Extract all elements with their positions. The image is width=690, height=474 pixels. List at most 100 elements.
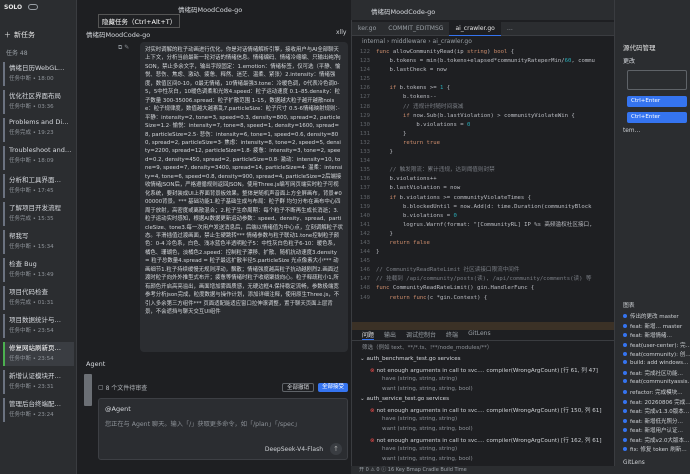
- problem-row[interactable]: want (string, string, string, bool): [382, 426, 473, 432]
- message-actions[interactable]: ⧉ ✎: [118, 44, 129, 52]
- task-item[interactable]: 优化社区界面布局 任务中断 • 03:36: [3, 90, 74, 114]
- new-task-button[interactable]: ＋ 新任务: [4, 29, 73, 41]
- panel-tab[interactable]: GitLens: [468, 330, 491, 340]
- graph-title[interactable]: 图表: [623, 300, 635, 309]
- code-line[interactable]: 136 b.violations++: [352, 175, 614, 184]
- code-line[interactable]: 145: [352, 257, 614, 266]
- code-line[interactable]: 140 b.violations = 0: [352, 212, 614, 221]
- editor-tab[interactable]: COMMIT_EDITMSG: [382, 22, 449, 36]
- problem-row[interactable]: ⌄ auth_benchmark_test.go services: [360, 356, 461, 362]
- code-line[interactable]: 148 func CommunityReadRateLimit() gin.Han…: [352, 284, 614, 293]
- code-line[interactable]: 143 return false: [352, 239, 614, 248]
- solo-toggle[interactable]: [28, 4, 38, 10]
- send-icon[interactable]: ↑: [330, 443, 342, 455]
- commit-entry[interactable]: build: add windows…: [623, 359, 688, 366]
- accept-all-button[interactable]: 全部接受: [317, 383, 348, 392]
- commit-entry[interactable]: feat(user-center): 完…: [623, 341, 690, 349]
- code-line[interactable]: 144}: [352, 248, 614, 257]
- task-item[interactable]: 情绪日历WebGL… 任务中断 • 18:00: [3, 62, 74, 86]
- task-item[interactable]: 修复网站刷新页… 任务中断 • 23:54: [3, 342, 74, 366]
- panel-tab[interactable]: 终端: [446, 330, 458, 340]
- code-line[interactable]: 135 // 触发限流：累计违规，达到阈值则封禁: [352, 166, 614, 175]
- breadcrumb[interactable]: internal › middleware › ai_crawler.go: [362, 38, 472, 45]
- code-line[interactable]: 123 b.tokens = min(b.tokens+elapsed*comm…: [352, 57, 614, 66]
- reject-all-button[interactable]: 全部撤销: [281, 383, 314, 392]
- task-item[interactable]: 项目代码检查 任务完成 • 01:31: [3, 286, 74, 310]
- commit-entry[interactable]: feat: 新增… master: [623, 322, 682, 330]
- code-line[interactable]: 146 // CommunityReadRateLimit 社区读接口限流中间件: [352, 266, 614, 275]
- code-line[interactable]: 130 b.violations = 0: [352, 121, 614, 130]
- model-selector[interactable]: DeepSeek-V4-Flash: [265, 446, 323, 453]
- problem-row[interactable]: want (string, string, string, bool): [382, 456, 473, 462]
- files-pending-label[interactable]: 8 个文件待审查: [106, 383, 148, 392]
- panel-tab[interactable]: 输出: [384, 330, 396, 340]
- problem-row[interactable]: ⊗ not enough arguments in call to svc.… …: [370, 436, 602, 444]
- commit-message-input[interactable]: [627, 70, 687, 90]
- task-item[interactable]: 了解项目开发流程 任务完成 • 15:35: [3, 202, 74, 226]
- commit-entry[interactable]: fix: 修复 token 刷新…: [623, 445, 687, 453]
- commit-entry[interactable]: feat: 完成v1.3.0版本…: [623, 407, 689, 415]
- project-name[interactable]: 情绪码MoodCode-go: [371, 6, 435, 16]
- code-line[interactable]: 125: [352, 75, 614, 84]
- commit-button[interactable]: Ctrl+Enter: [627, 96, 687, 107]
- code-line[interactable]: 126 if b.tokens >= 1 {: [352, 84, 614, 93]
- problem-row[interactable]: ⊗ not enough arguments in call to svc.… …: [370, 366, 598, 374]
- task-item[interactable]: 分析和工具界面… 任务中断 • 17:45: [3, 174, 74, 198]
- code-line[interactable]: 134: [352, 157, 614, 166]
- commit-entry[interactable]: feat: 新增低光照分…: [623, 417, 683, 425]
- sync-button[interactable]: Ctrl+Enter: [627, 112, 687, 123]
- commit-entry[interactable]: refactor: 完成模块…: [623, 388, 683, 396]
- code-line[interactable]: 131 }: [352, 130, 614, 139]
- commit-entry[interactable]: feat: 新增用户认证…: [623, 426, 683, 434]
- task-item[interactable]: 项目数据统计与… 任务中断 • 23:54: [3, 314, 74, 338]
- commit-entry[interactable]: feat: 完成v2.0大版本…: [623, 436, 689, 444]
- code-line[interactable]: 138 if b.violations >= communityViolateT…: [352, 194, 614, 203]
- problem-row[interactable]: have (string, string, string): [382, 376, 457, 382]
- problem-row[interactable]: ⊗ not enough arguments in call to svc.… …: [370, 406, 602, 414]
- user-avatar[interactable]: xlly: [336, 29, 346, 36]
- task-item[interactable]: 新增认证模块开… 任务中断 • 23:31: [3, 370, 74, 394]
- panel-tab[interactable]: 问题: [362, 330, 375, 340]
- code-line[interactable]: 141 logrus.Warnf(format: "[CommunityRL] …: [352, 221, 614, 230]
- problem-row[interactable]: have (string, string, string): [382, 446, 457, 452]
- code-line[interactable]: 128 // 违规计时随时间衰减: [352, 103, 614, 112]
- code-line[interactable]: 139 b.blockedUntil = now.Add(d: time.Dur…: [352, 203, 614, 212]
- code-line[interactable]: 147 // 挂载到 /api/community/posts(读), /api/…: [352, 275, 614, 284]
- editor-tab[interactable]: …: [501, 22, 519, 36]
- problem-row[interactable]: have (string, string, string): [382, 416, 457, 422]
- code-line[interactable]: 129 if now.Sub(b.lastViolation) > commun…: [352, 112, 614, 121]
- problems-filter[interactable]: 筛选（例如 text、**/*.ts、!**/node_modules/**）: [362, 343, 562, 351]
- problem-row[interactable]: want (string, string, string, bool): [382, 386, 473, 392]
- task-item[interactable]: Problems and Di… 任务完成 • 19:23: [3, 118, 74, 142]
- chat-input[interactable]: @Agent 您正在与 Agent 聊天。输入「/」获取更多命令，如「/plan…: [98, 398, 348, 460]
- code-line[interactable]: 124 b.lastCheck = now: [352, 66, 614, 75]
- code-line[interactable]: 137 b.lastViolation = now: [352, 184, 614, 193]
- code-text: }: [376, 249, 380, 256]
- code-area[interactable]: 122 func allowCommunityRead(ip string) bo…: [352, 48, 614, 318]
- problem-row[interactable]: ⌄ auth_service_test.go services: [360, 396, 449, 402]
- changed-file[interactable]: tem…: [623, 128, 640, 134]
- edit-icon[interactable]: ✎: [124, 44, 129, 51]
- code-line[interactable]: 132 return true: [352, 139, 614, 148]
- copy-icon[interactable]: ⧉: [118, 44, 122, 51]
- commit-entry[interactable]: feat(community): 创…: [623, 350, 690, 358]
- code-line[interactable]: 142 }: [352, 230, 614, 239]
- commit-entry[interactable]: feat: 20260806 完成…: [623, 398, 690, 406]
- task-item[interactable]: 帮我写 任务中断 • 15:34: [3, 230, 74, 254]
- task-item[interactable]: 检查 Bug 任务中断 • 13:49: [3, 258, 74, 282]
- commit-entry[interactable]: feat(communityassis…: [623, 378, 690, 385]
- editor-tab[interactable]: ai_crawler.go: [449, 22, 501, 36]
- code-line[interactable]: 133 }: [352, 148, 614, 157]
- code-line[interactable]: 122 func allowCommunityRead(ip string) bo…: [352, 48, 614, 57]
- commit-entry[interactable]: 传出的更改 master: [623, 312, 679, 320]
- commit-entry[interactable]: feat: 新增情绪…: [623, 331, 672, 339]
- panel-tab[interactable]: 调试控制台: [406, 330, 436, 340]
- task-item[interactable]: 管理后台终端配… 任务中断 • 23:24: [3, 398, 74, 422]
- task-item[interactable]: Troubleshoot and… 任务中断 • 18:09: [3, 146, 74, 170]
- changes-section[interactable]: 更改: [623, 56, 635, 65]
- code-line[interactable]: 149 return func(c *gin.Context) {: [352, 294, 614, 303]
- agent-mode-selector[interactable]: @Agent: [105, 405, 131, 413]
- commit-entry[interactable]: feat: 完成社区功能…: [623, 369, 683, 377]
- code-line[interactable]: 127 b.tokens--: [352, 93, 614, 102]
- editor-tab[interactable]: ker.go: [352, 22, 382, 36]
